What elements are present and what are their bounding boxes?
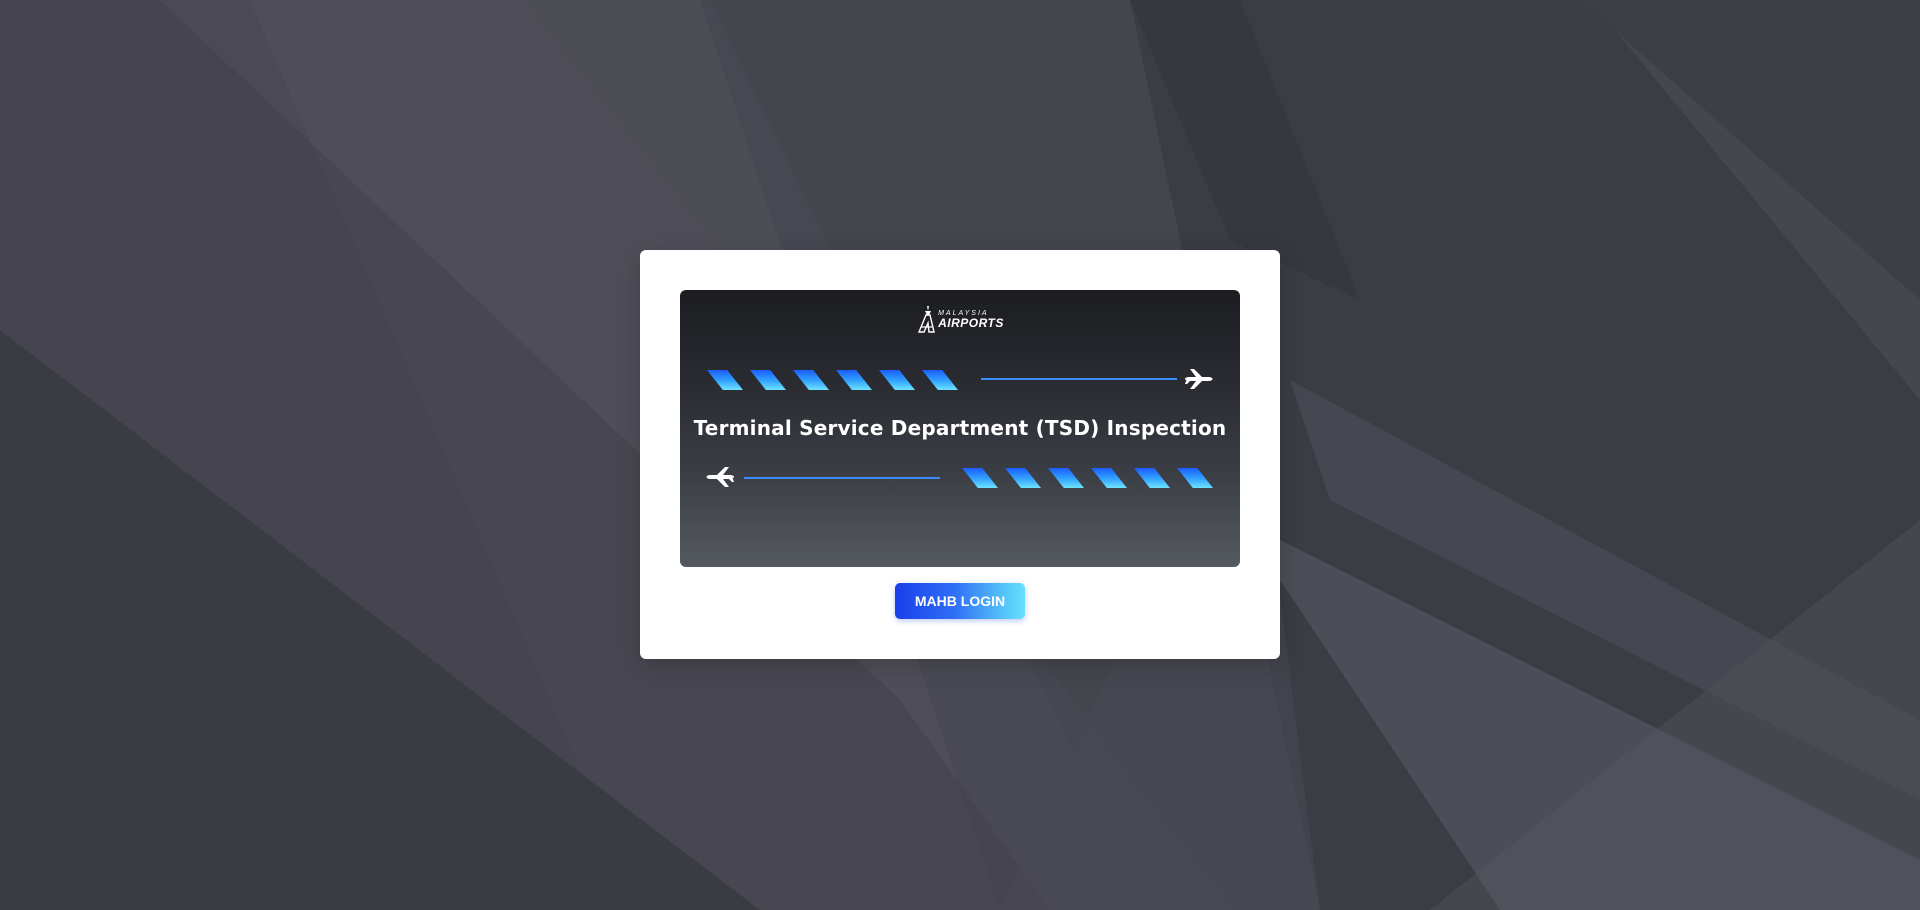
runway-stripe [750,370,786,390]
runway-stripe [922,370,958,390]
runway-stripe [836,370,872,390]
runway-stripe [1005,468,1041,488]
flight-path-line-top [981,378,1177,380]
runway-stripe [962,468,998,488]
runway-stripe [1048,468,1084,488]
malaysia-airports-logo: MALAYSIA AIRPORTS [914,302,1006,336]
airport-tower-icon [918,306,935,333]
runway-stripes-top [707,370,958,390]
login-card: MALAYSIA AIRPORTS Terminal Service Depar… [640,250,1280,659]
runway-stripe [707,370,743,390]
runway-stripe [1134,468,1170,488]
runway-stripe [1177,468,1213,488]
runway-stripes-bottom [962,468,1213,488]
tsd-banner: MALAYSIA AIRPORTS Terminal Service Depar… [680,290,1240,567]
page-title: Terminal Service Department (TSD) Inspec… [693,416,1227,440]
runway-stripe [1091,468,1127,488]
runway-stripe [793,370,829,390]
airplane-icon [706,467,734,487]
airplane-icon [1185,369,1213,389]
runway-stripe [879,370,915,390]
mahb-login-button[interactable]: MAHB LOGIN [895,583,1025,619]
logo-text-bottom: AIRPORTS [938,315,1004,330]
flight-path-line-bottom [744,477,940,479]
